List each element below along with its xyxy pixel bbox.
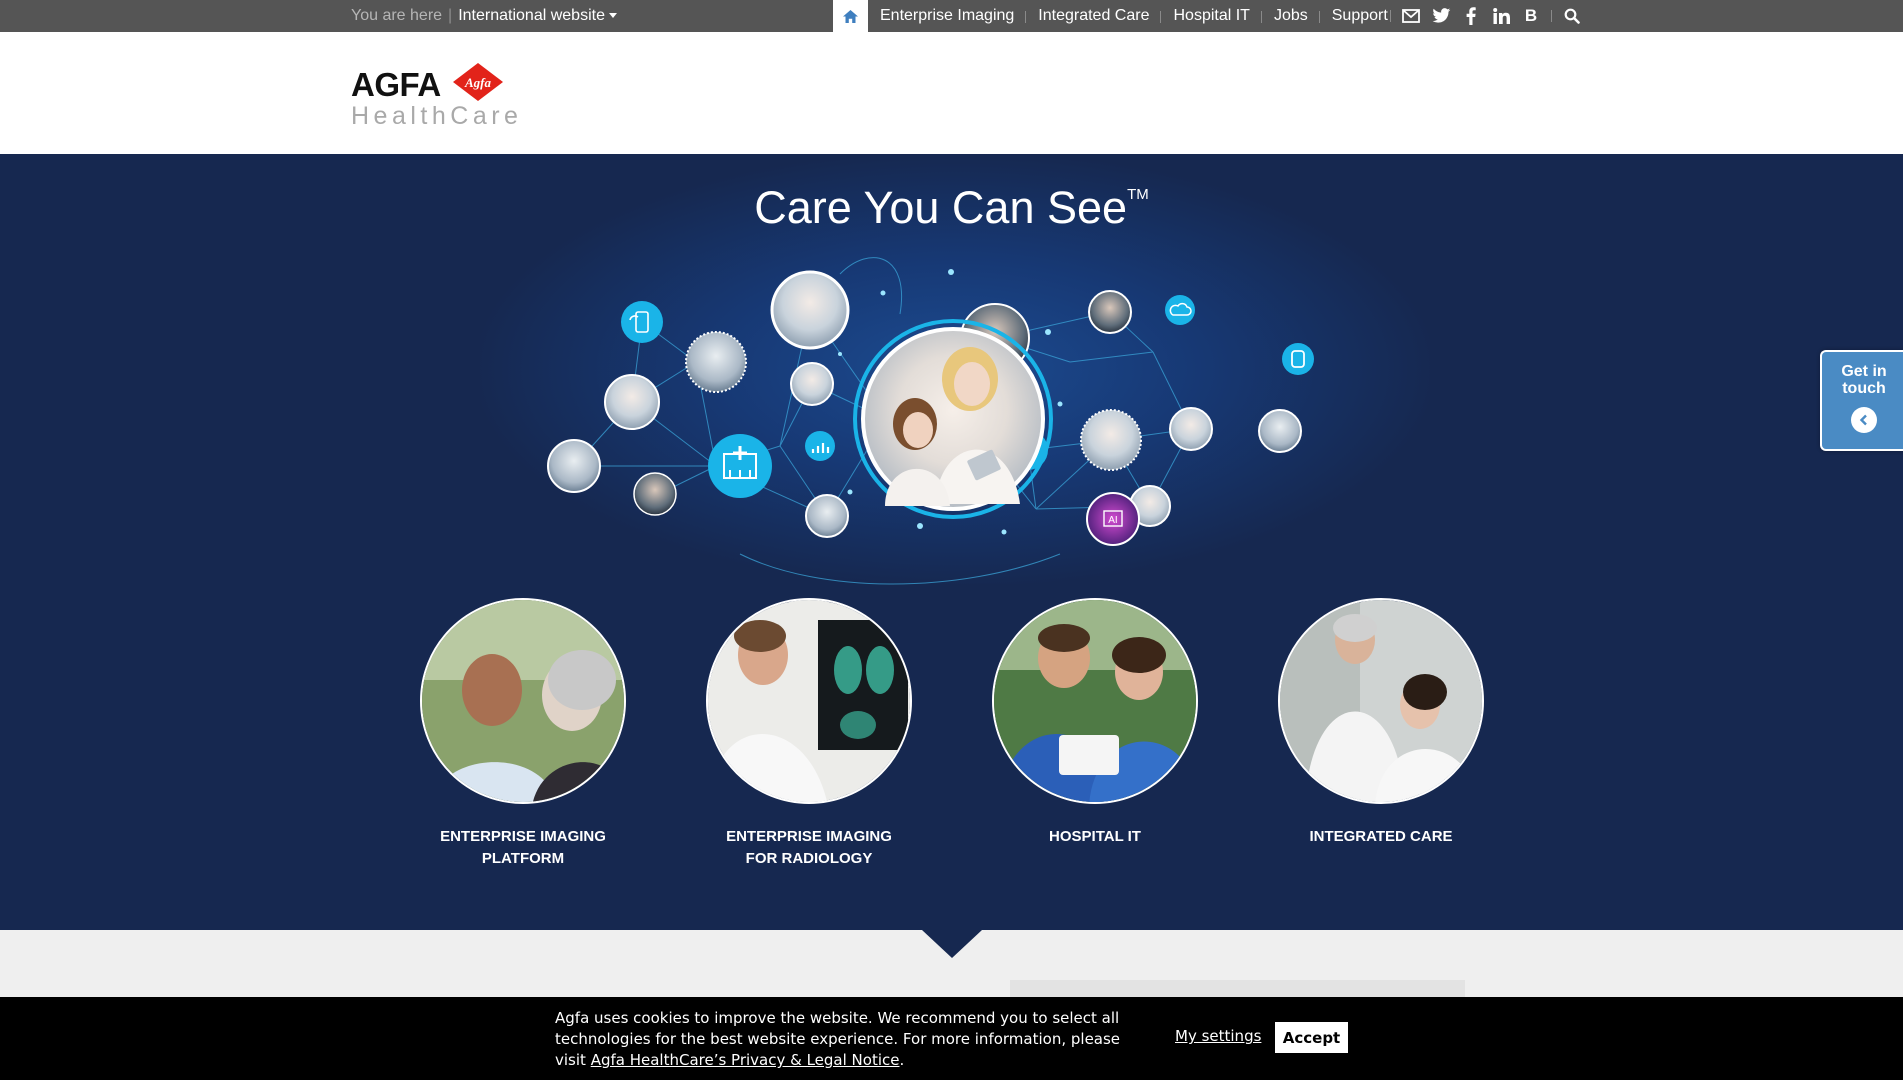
card-label-line1: INTEGRATED CARE — [1309, 828, 1453, 845]
you-are-here-label: You are here — [351, 7, 443, 24]
svg-text:AI: AI — [1108, 515, 1117, 526]
social-links: B — [1390, 0, 1582, 32]
nav-jobs[interactable]: Jobs — [1262, 7, 1320, 25]
site-header: AGFA Agfa HealthCare — [0, 32, 1903, 154]
caregiver-patient-photo — [1278, 598, 1484, 804]
search-icon[interactable] — [1562, 6, 1582, 26]
nav-integrated-care[interactable]: Integrated Care — [1026, 7, 1162, 25]
get-in-touch-line1: Get in — [1841, 363, 1887, 380]
privacy-notice-link[interactable]: Agfa HealthCare’s Privacy & Legal Notice — [591, 1051, 900, 1069]
separator: | — [448, 7, 453, 24]
top-bar: You are here | International website Enter… — [0, 0, 1903, 33]
clinician-photo — [604, 374, 660, 430]
cloud-icon — [1165, 295, 1195, 325]
site-selector[interactable]: International website — [458, 7, 617, 24]
location-indicator: You are here | International website — [351, 7, 617, 25]
main-nav: Enterprise Imaging Integrated Care Hospi… — [868, 0, 1400, 32]
nav-enterprise-imaging[interactable]: Enterprise Imaging — [868, 7, 1027, 25]
card-enterprise-imaging-platform[interactable]: ENTERPRISE IMAGING PLATFORM — [403, 598, 643, 870]
section-pointer — [922, 930, 982, 958]
divider — [1551, 10, 1552, 22]
get-in-touch-button[interactable]: Get in touch — [1820, 350, 1903, 451]
cookie-message-end: . — [899, 1051, 905, 1069]
care-team-photo — [1169, 407, 1213, 451]
card-photo-svg — [1280, 600, 1482, 802]
radiologist-photo — [706, 598, 912, 804]
chart-icon — [805, 431, 835, 461]
cookie-banner: Agfa uses cookies to improve the website… — [0, 997, 1903, 1080]
card-label: INTEGRATED CARE — [1261, 826, 1501, 848]
my-settings-link[interactable]: My settings — [1175, 1027, 1261, 1045]
trademark-symbol: TM — [1127, 186, 1149, 203]
nurse-photo — [1258, 409, 1302, 453]
medical-staff-photo — [685, 331, 747, 393]
home-icon — [843, 10, 858, 23]
get-in-touch-label: Get in touch — [1822, 363, 1903, 397]
businessmen-photo — [420, 598, 626, 804]
diamond-text: Agfa — [464, 75, 492, 90]
card-enterprise-imaging-radiology[interactable]: ENTERPRISE IMAGING FOR RADIOLOGY — [689, 598, 929, 870]
accept-cookies-button[interactable]: Accept — [1275, 1022, 1348, 1053]
nav-hospital-it[interactable]: Hospital IT — [1161, 7, 1263, 25]
card-hospital-it[interactable]: HOSPITAL IT — [975, 598, 1215, 848]
logo-subtitle: HealthCare — [351, 102, 523, 130]
cloud-phone-icon — [621, 301, 663, 343]
hero-title-text: Care You Can See — [754, 182, 1128, 233]
hero-title: Care You Can SeeTM — [0, 182, 1903, 234]
hospital-icon — [708, 434, 772, 498]
caret-down-icon — [608, 13, 617, 19]
spine-xray-photo — [633, 472, 677, 516]
imaging-screen-photo — [1088, 290, 1132, 334]
radiologist-photo — [805, 494, 849, 538]
chevron-left-icon — [1851, 407, 1877, 433]
physician-photo — [790, 362, 834, 406]
card-label: HOSPITAL IT — [975, 826, 1215, 848]
agfa-diamond-logo: Agfa — [453, 63, 503, 101]
home-button[interactable] — [833, 0, 868, 33]
card-label-line2: FOR RADIOLOGY — [745, 850, 873, 867]
cookie-message: Agfa uses cookies to improve the website… — [555, 1008, 1155, 1071]
hero-section: Care You Can SeeTM AI ENTERPRISE IMAGING… — [0, 154, 1903, 930]
card-label-line1: HOSPITAL IT — [1049, 828, 1141, 845]
doctor-patient-photo — [1080, 409, 1142, 471]
blog-icon[interactable]: B — [1521, 6, 1541, 26]
card-label-line1: ENTERPRISE IMAGING — [726, 828, 892, 845]
divider — [1390, 10, 1391, 22]
agfa-healthcare-logo[interactable]: AGFA Agfa HealthCare — [351, 62, 521, 130]
card-photo-svg — [994, 600, 1196, 802]
card-label: ENTERPRISE IMAGING PLATFORM — [403, 826, 643, 870]
ai-icon: AI — [1086, 492, 1140, 546]
card-label: ENTERPRISE IMAGING FOR RADIOLOGY — [689, 826, 929, 870]
linkedin-icon[interactable] — [1491, 6, 1511, 26]
surgeon-photo — [547, 439, 601, 493]
get-in-touch-line2: touch — [1842, 380, 1886, 397]
card-photo-svg — [422, 600, 624, 802]
card-integrated-care[interactable]: INTEGRATED CARE — [1261, 598, 1501, 848]
nurses-tablet-photo — [992, 598, 1198, 804]
card-photo-svg — [708, 600, 910, 802]
mail-icon[interactable] — [1401, 6, 1421, 26]
solution-cards: ENTERPRISE IMAGING PLATFORM ENTERPRISE IM… — [0, 598, 1903, 898]
facebook-icon[interactable] — [1461, 6, 1481, 26]
card-label-line2: PLATFORM — [481, 850, 565, 867]
logo-wordmark: AGFA — [351, 66, 441, 103]
card-label-line1: ENTERPRISE IMAGING — [440, 828, 606, 845]
watch-icon — [1282, 343, 1314, 375]
twitter-icon[interactable] — [1431, 6, 1451, 26]
care-network-illustration: AI — [547, 257, 1314, 585]
doctor-team-photo — [770, 270, 850, 350]
nav-support[interactable]: Support — [1320, 7, 1400, 25]
site-selector-label: International website — [458, 7, 605, 24]
